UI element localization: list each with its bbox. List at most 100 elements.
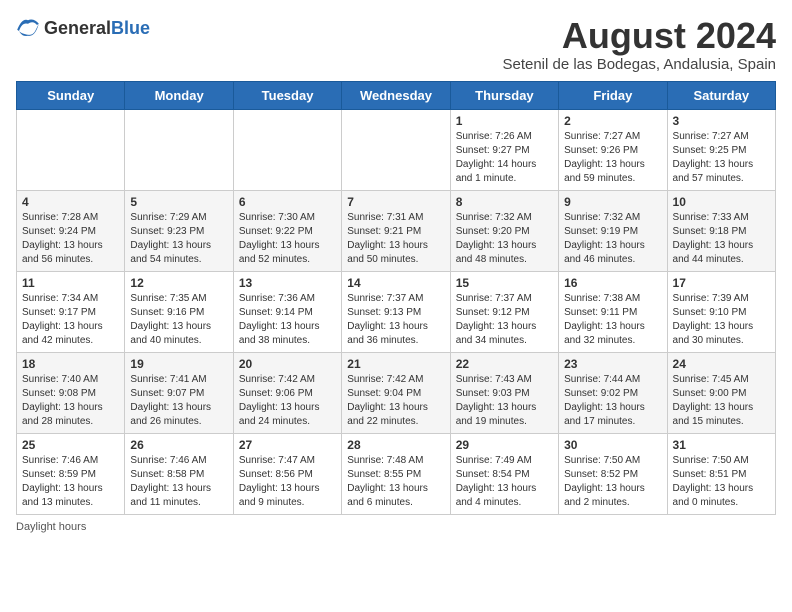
calendar-cell: 6 Sunrise: 7:30 AM Sunset: 9:22 PM Daylig…	[233, 190, 341, 271]
day-info: Sunrise: 7:40 AM Sunset: 9:08 PM Dayligh…	[22, 373, 119, 429]
calendar-cell: 21Sunrise: 7:42 AM Sunset: 9:04 PM Dayli…	[342, 352, 450, 433]
day-number: 17	[673, 276, 770, 290]
calendar-cell: 26 Sunrise: 7:46 AM Sunset: 8:58 PM Dayli…	[125, 433, 233, 514]
calendar-cell: 22Sunrise: 7:43 AM Sunset: 9:03 PM Dayli…	[450, 352, 558, 433]
day-number: 31	[673, 438, 770, 452]
calendar-cell: 3 Sunrise: 7:27 AM Sunset: 9:25 PM Daylig…	[667, 109, 775, 190]
column-header-sunday: Sunday	[17, 81, 125, 109]
calendar-cell: 20Sunrise: 7:42 AM Sunset: 9:06 PM Dayli…	[233, 352, 341, 433]
daylight-label: Daylight hours	[16, 521, 86, 533]
day-info: Sunrise: 7:34 AM Sunset: 9:17 PM Dayligh…	[22, 292, 119, 348]
day-number: 21	[347, 357, 444, 371]
calendar-cell: 1 Sunrise: 7:26 AM Sunset: 9:27 PM Daylig…	[450, 109, 558, 190]
day-info: Sunrise: 7:28 AM Sunset: 9:24 PM Dayligh…	[22, 211, 119, 267]
day-info: Sunrise: 7:26 AM Sunset: 9:27 PM Dayligh…	[456, 130, 553, 186]
day-info: Sunrise: 7:31 AM Sunset: 9:21 PM Dayligh…	[347, 211, 444, 267]
logo-general: General	[44, 18, 111, 38]
day-number: 27	[239, 438, 336, 452]
day-info: Sunrise: 7:46 AM Sunset: 8:58 PM Dayligh…	[130, 454, 227, 510]
day-number: 9	[564, 195, 661, 209]
calendar-cell: 14Sunrise: 7:37 AM Sunset: 9:13 PM Dayli…	[342, 271, 450, 352]
day-number: 10	[673, 195, 770, 209]
day-number: 11	[22, 276, 119, 290]
day-info: Sunrise: 7:44 AM Sunset: 9:02 PM Dayligh…	[564, 373, 661, 429]
calendar-cell: 25 Sunrise: 7:46 AM Sunset: 8:59 PM Dayli…	[17, 433, 125, 514]
column-header-wednesday: Wednesday	[342, 81, 450, 109]
day-info: Sunrise: 7:27 AM Sunset: 9:25 PM Dayligh…	[673, 130, 770, 186]
calendar-cell: 13Sunrise: 7:36 AM Sunset: 9:14 PM Dayli…	[233, 271, 341, 352]
calendar-cell: 30Sunrise: 7:50 AM Sunset: 8:52 PM Dayli…	[559, 433, 667, 514]
day-number: 3	[673, 114, 770, 128]
day-number: 29	[456, 438, 553, 452]
calendar-cell	[125, 109, 233, 190]
column-header-friday: Friday	[559, 81, 667, 109]
calendar-cell: 24 Sunrise: 7:45 AM Sunset: 9:00 PM Dayli…	[667, 352, 775, 433]
calendar-week-row: 4 Sunrise: 7:28 AM Sunset: 9:24 PM Daylig…	[17, 190, 776, 271]
calendar-cell: 16Sunrise: 7:38 AM Sunset: 9:11 PM Dayli…	[559, 271, 667, 352]
day-number: 7	[347, 195, 444, 209]
day-number: 14	[347, 276, 444, 290]
logo-blue: Blue	[111, 18, 150, 38]
day-number: 6	[239, 195, 336, 209]
day-info: Sunrise: 7:50 AM Sunset: 8:51 PM Dayligh…	[673, 454, 770, 510]
day-number: 16	[564, 276, 661, 290]
page-header: GeneralBlue August 2024 Setenil de las B…	[16, 16, 776, 73]
day-number: 5	[130, 195, 227, 209]
calendar-cell: 31 Sunrise: 7:50 AM Sunset: 8:51 PM Dayli…	[667, 433, 775, 514]
column-header-saturday: Saturday	[667, 81, 775, 109]
calendar-cell: 8Sunrise: 7:32 AM Sunset: 9:20 PM Daylig…	[450, 190, 558, 271]
calendar-cell: 17 Sunrise: 7:39 AM Sunset: 9:10 PM Dayli…	[667, 271, 775, 352]
calendar-cell: 7 Sunrise: 7:31 AM Sunset: 9:21 PM Daylig…	[342, 190, 450, 271]
subtitle: Setenil de las Bodegas, Andalusia, Spain	[502, 56, 776, 73]
day-info: Sunrise: 7:32 AM Sunset: 9:20 PM Dayligh…	[456, 211, 553, 267]
calendar-header-row: SundayMondayTuesdayWednesdayThursdayFrid…	[17, 81, 776, 109]
calendar-week-row: 1 Sunrise: 7:26 AM Sunset: 9:27 PM Daylig…	[17, 109, 776, 190]
day-info: Sunrise: 7:32 AM Sunset: 9:19 PM Dayligh…	[564, 211, 661, 267]
day-info: Sunrise: 7:36 AM Sunset: 9:14 PM Dayligh…	[239, 292, 336, 348]
footer-note: Daylight hours	[16, 521, 776, 533]
calendar-cell: 10 Sunrise: 7:33 AM Sunset: 9:18 PM Dayli…	[667, 190, 775, 271]
calendar-cell	[17, 109, 125, 190]
day-info: Sunrise: 7:46 AM Sunset: 8:59 PM Dayligh…	[22, 454, 119, 510]
calendar-cell	[233, 109, 341, 190]
day-number: 28	[347, 438, 444, 452]
main-title: August 2024	[502, 16, 776, 56]
calendar-week-row: 11 Sunrise: 7:34 AM Sunset: 9:17 PM Dayli…	[17, 271, 776, 352]
calendar-table: SundayMondayTuesdayWednesdayThursdayFrid…	[16, 81, 776, 515]
calendar-cell: 27 Sunrise: 7:47 AM Sunset: 8:56 PM Dayli…	[233, 433, 341, 514]
day-number: 1	[456, 114, 553, 128]
calendar-week-row: 18Sunrise: 7:40 AM Sunset: 9:08 PM Dayli…	[17, 352, 776, 433]
day-info: Sunrise: 7:49 AM Sunset: 8:54 PM Dayligh…	[456, 454, 553, 510]
day-number: 26	[130, 438, 227, 452]
day-info: Sunrise: 7:41 AM Sunset: 9:07 PM Dayligh…	[130, 373, 227, 429]
day-info: Sunrise: 7:29 AM Sunset: 9:23 PM Dayligh…	[130, 211, 227, 267]
day-number: 12	[130, 276, 227, 290]
day-info: Sunrise: 7:33 AM Sunset: 9:18 PM Dayligh…	[673, 211, 770, 267]
day-number: 25	[22, 438, 119, 452]
day-info: Sunrise: 7:39 AM Sunset: 9:10 PM Dayligh…	[673, 292, 770, 348]
day-number: 15	[456, 276, 553, 290]
day-number: 24	[673, 357, 770, 371]
day-number: 23	[564, 357, 661, 371]
logo: GeneralBlue	[16, 16, 150, 40]
day-number: 22	[456, 357, 553, 371]
day-info: Sunrise: 7:30 AM Sunset: 9:22 PM Dayligh…	[239, 211, 336, 267]
day-info: Sunrise: 7:47 AM Sunset: 8:56 PM Dayligh…	[239, 454, 336, 510]
column-header-thursday: Thursday	[450, 81, 558, 109]
column-header-tuesday: Tuesday	[233, 81, 341, 109]
calendar-cell: 19 Sunrise: 7:41 AM Sunset: 9:07 PM Dayli…	[125, 352, 233, 433]
calendar-cell: 11 Sunrise: 7:34 AM Sunset: 9:17 PM Dayli…	[17, 271, 125, 352]
calendar-cell: 4 Sunrise: 7:28 AM Sunset: 9:24 PM Daylig…	[17, 190, 125, 271]
calendar-cell: 2Sunrise: 7:27 AM Sunset: 9:26 PM Daylig…	[559, 109, 667, 190]
day-info: Sunrise: 7:45 AM Sunset: 9:00 PM Dayligh…	[673, 373, 770, 429]
calendar-cell: 15 Sunrise: 7:37 AM Sunset: 9:12 PM Dayli…	[450, 271, 558, 352]
day-number: 19	[130, 357, 227, 371]
logo-text: GeneralBlue	[44, 18, 150, 39]
day-number: 30	[564, 438, 661, 452]
day-info: Sunrise: 7:37 AM Sunset: 9:12 PM Dayligh…	[456, 292, 553, 348]
calendar-cell: 12Sunrise: 7:35 AM Sunset: 9:16 PM Dayli…	[125, 271, 233, 352]
title-section: August 2024 Setenil de las Bodegas, Anda…	[502, 16, 776, 73]
calendar-cell: 5 Sunrise: 7:29 AM Sunset: 9:23 PM Daylig…	[125, 190, 233, 271]
day-number: 4	[22, 195, 119, 209]
column-header-monday: Monday	[125, 81, 233, 109]
